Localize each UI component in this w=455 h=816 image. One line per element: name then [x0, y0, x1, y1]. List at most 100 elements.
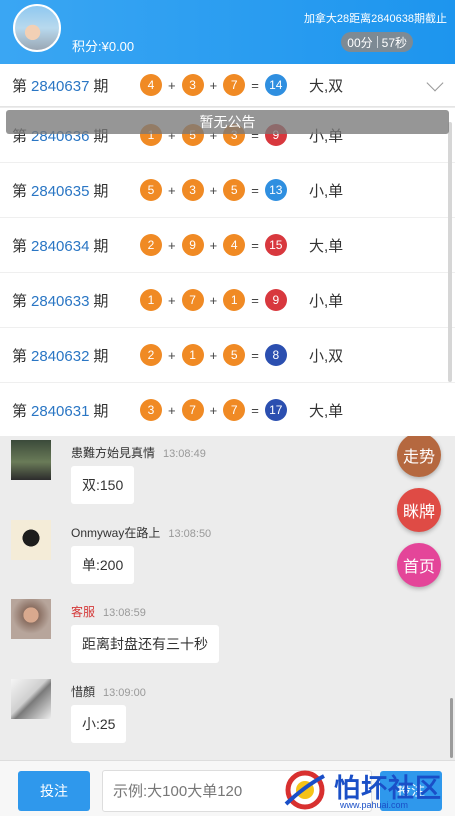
ball: 1: [223, 289, 246, 311]
ball: 4: [140, 74, 162, 96]
plus-sign: +: [168, 292, 176, 308]
sum-ball: 8: [264, 344, 287, 366]
sum-ball: 13: [264, 179, 287, 201]
watermark-url: www.pahuai.com: [340, 800, 409, 810]
equals-sign: =: [251, 402, 259, 418]
chat-avatar[interactable]: [11, 679, 51, 719]
period-label: 第 2840637 期: [12, 75, 108, 96]
timer-separator: [376, 36, 378, 48]
draw-result: 小,双: [309, 347, 344, 365]
chat-username: 客服 13:08:59: [71, 605, 146, 619]
ball: 2: [140, 234, 162, 256]
ball: 5: [223, 179, 246, 201]
top-header: 积分:¥0.00 加拿大28距离2840638期截止 00分 57秒: [0, 0, 455, 64]
chevron-down-icon[interactable]: [426, 74, 444, 92]
period-suffix: 期: [93, 237, 109, 255]
history-row: 第 2840631 期 3 + 7 + 7 = 17 大,单: [0, 383, 455, 436]
plus-sign: +: [168, 402, 176, 418]
history-row: 第 2840634 期 2 + 9 + 4 = 15 大,单: [0, 218, 455, 273]
chat-avatar[interactable]: [11, 599, 51, 639]
ball: 3: [181, 74, 204, 96]
chat-username: Onmyway在路上 13:08:50: [71, 526, 212, 540]
period-suffix: 期: [93, 402, 109, 420]
draw-result: 小,单: [309, 292, 344, 310]
score-balance: 积分:¥0.00: [72, 39, 135, 54]
history-row: 第 2840633 期 1 + 7 + 1 = 9 小,单: [0, 273, 455, 328]
chat-avatar[interactable]: [11, 520, 51, 560]
period-suffix: 期: [93, 292, 109, 310]
ball: 4: [223, 234, 246, 256]
ball: 7: [223, 399, 246, 421]
draw-result: 小,单: [309, 182, 344, 200]
equals-sign: =: [251, 77, 259, 93]
bet-button[interactable]: 投注: [18, 771, 90, 811]
period-suffix: 期: [93, 182, 109, 200]
period-prefix: 第: [12, 182, 28, 200]
notice-banner: 暂无公告: [6, 110, 449, 134]
period-number: 2840634: [31, 237, 90, 255]
draw-balls: 4 + 3 + 7 = 14: [140, 74, 287, 96]
plus-sign: +: [209, 292, 218, 308]
period-label: 第 2840634 期: [12, 235, 108, 256]
plus-sign: +: [168, 237, 176, 253]
chat-area[interactable]: 患難方始見真情 13:08:49 双:150 Onmyway在路上 13:08:50…: [0, 436, 455, 760]
history-list[interactable]: 暂无公告 第 2840636 期 1 + 5 + 3 = 9 小,单 第 284063…: [0, 108, 455, 436]
period-suffix: 期: [93, 77, 109, 95]
ball: 1: [140, 289, 162, 311]
plus-sign: +: [168, 182, 176, 198]
chat-time: 13:09:00: [103, 687, 146, 699]
equals-sign: =: [251, 237, 259, 253]
squeeze-button[interactable]: 眯牌: [397, 488, 441, 532]
chat-bubble: 距离封盘还有三十秒: [71, 625, 219, 663]
current-draw-row[interactable]: 第 2840637 期 4 + 3 + 7 = 14 大,双: [0, 64, 455, 107]
chat-scrollbar[interactable]: [450, 436, 453, 760]
draw-balls: 2 + 1 + 5 = 8: [140, 344, 287, 366]
sum-ball: 15: [264, 234, 287, 256]
draw-balls: 1 + 7 + 1 = 9: [140, 289, 287, 311]
period-prefix: 第: [12, 402, 28, 420]
watermark-logo-icon: [284, 770, 325, 810]
ball: 7: [181, 399, 204, 421]
period-prefix: 第: [12, 237, 28, 255]
chat-bubble: 单:200: [71, 546, 135, 584]
chat-time: 13:08:50: [168, 528, 212, 540]
trend-button[interactable]: 走势: [397, 436, 441, 477]
period-label: 第 2840633 期: [12, 290, 108, 311]
draw-balls: 2 + 9 + 4 = 15: [140, 234, 287, 256]
period-label: 第 2840635 期: [12, 180, 108, 201]
watermark: 怕坏社区 www.pahuai.com: [276, 762, 454, 816]
ball: 7: [223, 74, 246, 96]
period-number: 2840631: [31, 402, 90, 420]
period-number: 2840637: [31, 77, 90, 95]
ball: 3: [140, 399, 162, 421]
history-row: 第 2840635 期 5 + 3 + 5 = 13 小,单: [0, 163, 455, 218]
equals-sign: =: [251, 182, 259, 198]
plus-sign: +: [168, 347, 176, 363]
chat-bubble: 小:25: [71, 705, 127, 743]
sum-ball: 14: [264, 74, 287, 96]
plus-sign: +: [209, 347, 218, 363]
home-button[interactable]: 首页: [397, 543, 441, 587]
user-avatar[interactable]: [13, 4, 61, 52]
period-prefix: 第: [12, 347, 28, 365]
ball: 3: [181, 179, 204, 201]
period-number: 2840633: [31, 292, 90, 310]
ball: 2: [140, 344, 162, 366]
draw-result: 大,单: [309, 237, 344, 255]
chat-time: 13:08:49: [163, 448, 206, 460]
history-scrollbar[interactable]: [448, 122, 452, 382]
chat-scroll-thumb[interactable]: [450, 698, 453, 758]
draw-balls: 3 + 7 + 7 = 17: [140, 399, 287, 421]
chat-time: 13:08:59: [103, 607, 146, 619]
ball: 1: [181, 344, 204, 366]
draw-balls: 5 + 3 + 5 = 13: [140, 179, 287, 201]
chat-bubble: 双:150: [71, 466, 135, 504]
countdown-timer: 00分 57秒: [341, 32, 413, 52]
chat-avatar[interactable]: [11, 440, 51, 480]
draw-result: 大,双: [309, 77, 344, 95]
sum-ball: 9: [264, 289, 287, 311]
history-row: 第 2840632 期 2 + 1 + 5 = 8 小,双: [0, 328, 455, 383]
ball: 7: [181, 289, 204, 311]
ball: 5: [223, 344, 246, 366]
timer-seconds: 57秒: [381, 35, 407, 50]
